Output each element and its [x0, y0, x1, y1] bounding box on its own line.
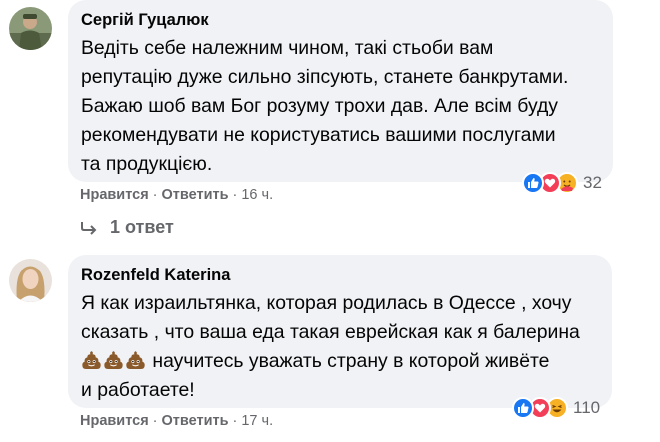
- replies-count-label: 1 ответ: [110, 217, 174, 237]
- user-avatar-military-icon: [9, 7, 52, 50]
- reactions-summary[interactable]: 32: [522, 172, 602, 194]
- reply-arrow-icon: [81, 221, 97, 235]
- comment-text: Я как израильтянка, которая родилась в О…: [81, 292, 580, 401]
- comment-actions: Нравится · Ответить · 17 ч.: [80, 413, 274, 429]
- comment-bubble: Сергій Гуцалюк Ведіть себе належним чино…: [68, 0, 613, 182]
- pile-of-poo-icon: [82, 351, 101, 369]
- pile-of-poo-icon: [126, 351, 145, 369]
- reply-button[interactable]: Ответить: [162, 413, 229, 429]
- comment-text: Ведіть себе належним чином, такі стьоби …: [81, 37, 569, 175]
- comment-author[interactable]: Сергій Гуцалюк: [81, 10, 599, 30]
- like-icon: [522, 172, 544, 194]
- reaction-count: 32: [583, 173, 602, 192]
- user-avatar-woman-icon: [9, 259, 52, 302]
- view-replies-link[interactable]: 1 ответ: [80, 217, 174, 238]
- reply-button[interactable]: Ответить: [162, 187, 229, 203]
- like-button[interactable]: Нравится: [80, 187, 149, 203]
- reaction-count: 110: [573, 398, 601, 417]
- comment-timestamp[interactable]: 16 ч.: [241, 187, 273, 203]
- comment-actions: Нравится · Ответить · 16 ч.: [80, 187, 274, 203]
- comment-author[interactable]: Rozenfeld Katerina: [81, 265, 598, 285]
- avatar[interactable]: [9, 259, 52, 302]
- like-icon: [512, 397, 534, 419]
- comment-bubble: Rozenfeld Katerina Я как израильтянка, к…: [68, 255, 612, 408]
- pile-of-poo-icon: [104, 351, 123, 369]
- avatar[interactable]: [9, 7, 52, 50]
- like-button[interactable]: Нравится: [80, 413, 149, 429]
- reactions-summary[interactable]: 110: [512, 397, 600, 419]
- comment-timestamp[interactable]: 17 ч.: [241, 413, 273, 429]
